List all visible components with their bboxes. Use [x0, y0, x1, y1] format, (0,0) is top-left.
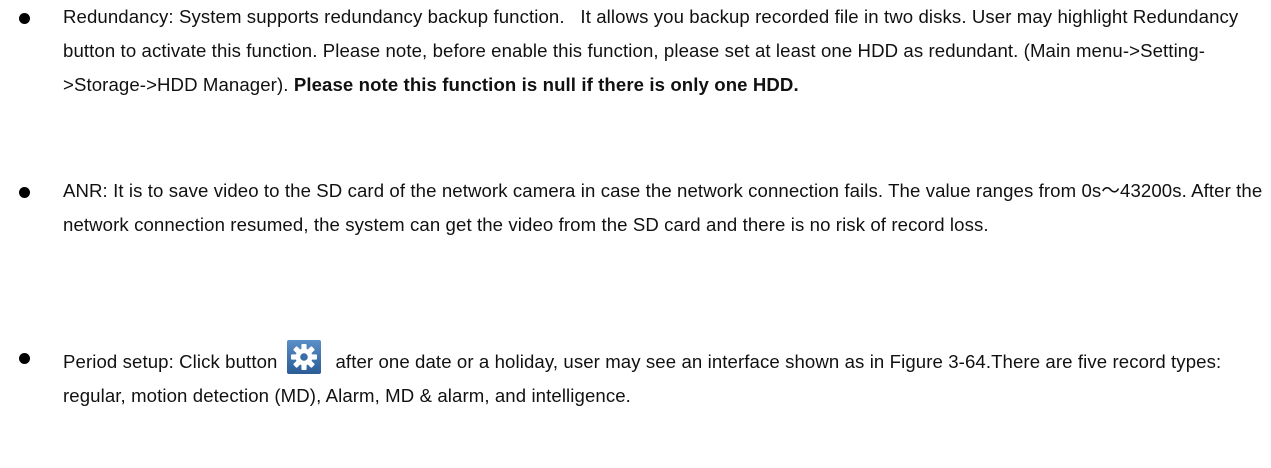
- document-page: Redundancy: System supports redundancy b…: [0, 0, 1271, 468]
- bullet-text: Redundancy: System supports redundancy b…: [63, 0, 1263, 102]
- bullet-dot: [19, 187, 30, 198]
- anr-paragraph: ANR: It is to save video to the SD card …: [63, 180, 1263, 235]
- gear-icon: [287, 340, 322, 374]
- period-setup-lead: Period setup: Click button: [63, 351, 278, 372]
- bullet-dot: [19, 13, 30, 24]
- redundancy-bold-note: Please note this function is null if the…: [293, 74, 799, 95]
- bullet-text: Period setup: Click button after one dat…: [63, 340, 1263, 413]
- bullet-text: ANR: It is to save video to the SD card …: [63, 174, 1263, 242]
- bullet-dot: [19, 353, 30, 364]
